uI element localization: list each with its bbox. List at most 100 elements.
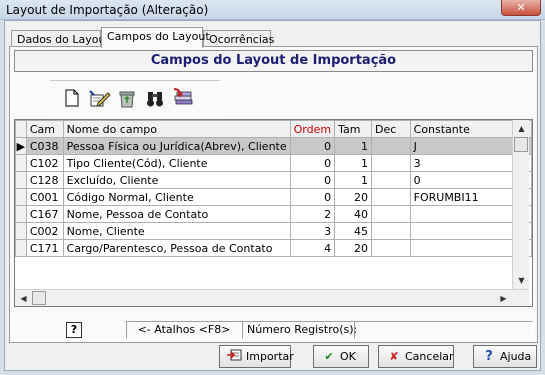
column-header-tam[interactable]: Tam (334, 120, 373, 138)
tab-label: Dados do Layout (17, 33, 110, 46)
import-stack-button[interactable] (170, 85, 196, 111)
tab-panel: Campos do Layout de Importação Cam Nome … (9, 46, 538, 343)
table-row[interactable]: C102 Tipo Cliente(Cód), Cliente 0 1 3 (15, 154, 532, 172)
scroll-up-arrow-icon[interactable]: ▲ (513, 120, 530, 137)
cell-cam[interactable]: C001 (25, 188, 64, 206)
import-stack-icon (173, 88, 193, 105)
cancelar-button[interactable]: ✘ Cancelar (378, 345, 454, 368)
table-row[interactable]: C167 Nome, Pessoa de Contato 2 40 (15, 205, 532, 223)
cell-nome[interactable]: Pessoa Física ou Jurídica(Abrev), Client… (62, 137, 291, 155)
row-indicator (15, 222, 27, 240)
cell-ordem[interactable]: 0 (289, 188, 336, 206)
cell-cam[interactable]: C102 (25, 154, 64, 172)
cell-tam[interactable]: 20 (334, 239, 373, 257)
scroll-left-arrow-icon[interactable]: ◀ (15, 290, 32, 306)
tab-label: Campos do Layout (107, 30, 210, 43)
cell-cam[interactable]: C002 (25, 222, 64, 240)
horizontal-scrollbar[interactable]: ◀ ▶ (15, 289, 529, 306)
import-icon (226, 346, 244, 367)
cell-dec[interactable] (371, 154, 411, 172)
toolbar (50, 80, 220, 114)
cell-cam[interactable]: C171 (25, 239, 64, 257)
edit-button[interactable] (86, 85, 112, 111)
ajuda-button[interactable]: ? Ajuda (473, 345, 537, 368)
scroll-right-arrow-icon[interactable]: ▶ (495, 290, 512, 306)
tab-campos-do-layout[interactable]: Campos do Layout (101, 27, 210, 48)
header-row: Cam Nome do campo Ordem Tam Dec Constant… (15, 120, 532, 138)
window-title: Layout de Importação (Alteração) (6, 3, 209, 17)
cancelar-label: Cancelar (405, 350, 454, 363)
cell-ordem[interactable]: 0 (289, 171, 336, 189)
cell-ordem[interactable]: 0 (289, 137, 336, 155)
fields-grid[interactable]: Cam Nome do campo Ordem Tam Dec Constant… (14, 119, 533, 307)
current-row-icon: ▶ (15, 137, 27, 155)
column-header-cam[interactable]: Cam (25, 120, 64, 138)
cell-nome[interactable]: Tipo Cliente(Cód), Cliente (62, 154, 291, 172)
cell-tam[interactable]: 40 (334, 205, 373, 223)
cell-nome[interactable]: Excluído, Cliente (62, 171, 291, 189)
cell-dec[interactable] (371, 137, 411, 155)
button-bar: Importar ✔ OK ✘ Cancelar ? Ajuda (5, 345, 542, 369)
row-indicator-header (15, 120, 27, 138)
table-row[interactable]: C002 Nome, Cliente 3 45 (15, 222, 532, 240)
title-bar: Layout de Importação (Alteração) ✕ (0, 0, 545, 20)
cell-ordem[interactable]: 2 (289, 205, 336, 223)
cell-dec[interactable] (371, 205, 411, 223)
cell-tam[interactable]: 20 (334, 188, 373, 206)
cell-tam[interactable]: 1 (334, 154, 373, 172)
search-button[interactable] (142, 85, 168, 111)
status-bar: ? <- Atalhos <F8> Número Registro(s): (14, 321, 533, 339)
cell-tam[interactable]: 1 (334, 137, 373, 155)
importar-button[interactable]: Importar (219, 345, 294, 368)
check-icon: ✔ (324, 350, 334, 363)
vertical-scrollbar[interactable]: ▲ ▼ (512, 120, 529, 289)
dialog-body: Dados do Layout Campos do Layout Ocorrên… (4, 20, 541, 371)
importar-label: Importar (246, 350, 294, 363)
cell-cam[interactable]: C128 (25, 171, 64, 189)
vertical-scroll-thumb[interactable] (514, 137, 528, 152)
help-icon: ? (485, 349, 493, 364)
table-row[interactable]: C128 Excluído, Cliente 0 1 0 (15, 171, 532, 189)
cell-ordem[interactable]: 3 (289, 222, 336, 240)
row-indicator (15, 239, 27, 257)
recycle-bin-icon (119, 91, 135, 108)
help-shortcut-icon[interactable]: ? (66, 322, 82, 338)
cell-tam[interactable]: 1 (334, 171, 373, 189)
cell-nome[interactable]: Nome, Pessoa de Contato (62, 205, 291, 223)
close-button[interactable]: ✕ (501, 0, 541, 16)
row-indicator (15, 171, 27, 189)
column-header-dec[interactable]: Dec (371, 120, 411, 138)
table-row[interactable]: C171 Cargo/Parentesco, Pessoa de Contato… (15, 239, 532, 257)
record-count-label: Número Registro(s): (242, 321, 357, 339)
fields-table: Cam Nome do campo Ordem Tam Dec Constant… (15, 120, 532, 257)
new-button[interactable] (58, 85, 84, 111)
column-header-ordem[interactable]: Ordem (289, 120, 336, 138)
row-indicator (15, 154, 27, 172)
cell-ordem[interactable]: 0 (289, 154, 336, 172)
column-header-nome[interactable]: Nome do campo (62, 120, 291, 138)
cell-nome[interactable]: Código Normal, Cliente (62, 188, 291, 206)
ajuda-label: Ajuda (500, 350, 532, 363)
cell-ordem[interactable]: 4 (289, 239, 336, 257)
table-row[interactable]: ▶ C038 Pessoa Física ou Jurídica(Abrev),… (15, 137, 532, 155)
new-document-icon (65, 89, 79, 107)
ok-button[interactable]: ✔ OK (313, 345, 369, 368)
cell-dec[interactable] (371, 222, 411, 240)
scroll-down-arrow-icon[interactable]: ▼ (513, 272, 530, 289)
cell-tam[interactable]: 45 (334, 222, 373, 240)
horizontal-scroll-thumb[interactable] (32, 291, 46, 305)
cell-dec[interactable] (371, 188, 411, 206)
cell-cam[interactable]: C167 (25, 205, 64, 223)
cell-nome[interactable]: Nome, Cliente (62, 222, 291, 240)
cell-dec[interactable] (371, 239, 411, 257)
cell-dec[interactable] (371, 171, 411, 189)
ok-label: OK (340, 350, 356, 363)
shortcuts-label[interactable]: <- Atalhos <F8> (126, 321, 242, 339)
cell-nome[interactable]: Cargo/Parentesco, Pessoa de Contato (62, 239, 291, 257)
table-row[interactable]: C001 Código Normal, Cliente 0 20 FORUMBI… (15, 188, 532, 206)
delete-button[interactable] (114, 85, 140, 111)
record-count-value (354, 321, 533, 339)
tab-label: Ocorrências (209, 33, 275, 46)
row-indicator (15, 188, 27, 206)
cell-cam[interactable]: C038 (25, 137, 64, 155)
